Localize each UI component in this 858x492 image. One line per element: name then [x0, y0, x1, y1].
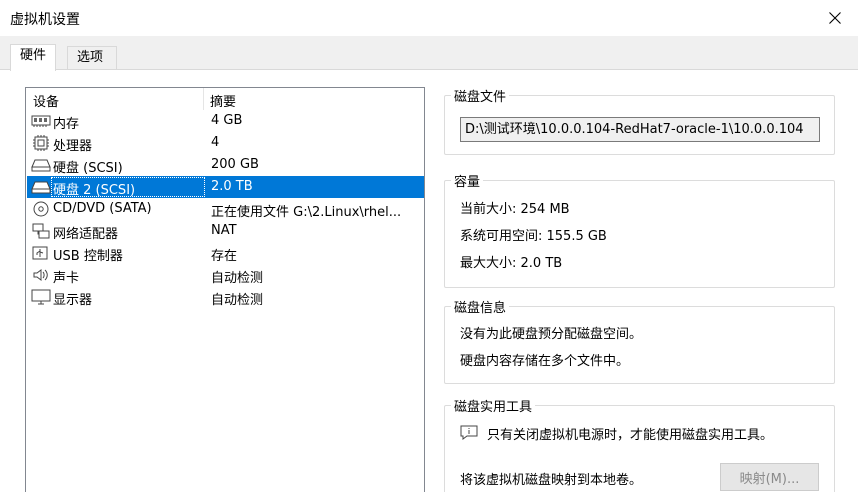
current-size-text: 当前大小: 254 MB [460, 202, 570, 217]
device-summary: 正在使用文件 G:\2.Linux\rhel... [211, 205, 402, 220]
device-name: USB 控制器 [53, 249, 123, 264]
capacity-title: 容量 [451, 171, 484, 190]
device-row-processor[interactable]: 处理器 4 [27, 132, 424, 154]
device-row-memory[interactable]: 内存 4 GB [27, 110, 424, 132]
device-name: 硬盘 (SCSI) [53, 161, 123, 176]
disk-file-title: 磁盘文件 [451, 86, 510, 105]
speaker-icon [33, 269, 48, 281]
cd-dvd-icon [33, 201, 49, 217]
window-title: 虚拟机设置 [10, 12, 80, 28]
disk-tools-group: 磁盘实用工具 只有关闭虚拟机电源时，才能使用磁盘实用工具。 将该虚拟机磁盘映射到… [444, 396, 835, 492]
map-button[interactable]: 映射(M)... [720, 463, 819, 491]
message-icon [460, 425, 478, 440]
disk-tools-notice: 只有关闭虚拟机电源时，才能使用磁盘实用工具。 [487, 428, 774, 443]
disk-tools-title: 磁盘实用工具 [451, 396, 536, 415]
device-summary: 200 GB [211, 157, 259, 172]
memory-icon [31, 115, 51, 127]
device-name: 处理器 [53, 139, 93, 154]
processor-icon [33, 135, 49, 151]
capacity-group: 容量 当前大小: 254 MB 系统可用空间: 155.5 GB 最大大小: 2… [444, 171, 835, 288]
device-row-hard-disk-2[interactable]: 硬盘 2 (SCSI) 2.0 TB [27, 176, 424, 198]
device-row-sound-card[interactable]: 声卡 自动检测 [27, 264, 424, 286]
column-header-device[interactable]: 设备 [33, 91, 59, 110]
column-divider[interactable] [203, 88, 204, 110]
column-header-summary[interactable]: 摘要 [210, 91, 236, 110]
device-row-usb-controller[interactable]: USB 控制器 存在 [27, 242, 424, 264]
device-summary: 自动检测 [211, 293, 264, 308]
tab-strip: 硬件 选项 [0, 36, 858, 71]
map-description: 将该虚拟机磁盘映射到本地卷。 [460, 473, 643, 488]
device-summary: 4 GB [211, 113, 243, 128]
device-list-header: 设备 摘要 [26, 88, 424, 110]
close-button[interactable] [812, 0, 858, 36]
device-summary: NAT [211, 223, 237, 238]
title-bar: 虚拟机设置 [0, 0, 858, 36]
disk-info-group: 磁盘信息 没有为此硬盘预分配磁盘空间。 硬盘内容存储在多个文件中。 [444, 297, 835, 384]
device-summary: 2.0 TB [211, 179, 253, 194]
close-icon [829, 12, 841, 24]
device-summary: 自动检测 [211, 271, 264, 286]
device-row-network-adapter[interactable]: 网络适配器 NAT [27, 220, 424, 242]
max-size-text: 最大大小: 2.0 TB [460, 256, 563, 271]
disk-file-group: 磁盘文件 D:\测试环境\10.0.0.104-RedHat7-oracle-1… [444, 86, 835, 155]
disk-info-line-1: 没有为此硬盘预分配磁盘空间。 [460, 327, 643, 342]
monitor-icon [31, 289, 51, 305]
disk-info-title: 磁盘信息 [451, 297, 510, 316]
device-summary: 4 [211, 135, 220, 150]
hard-disk-icon [31, 159, 51, 172]
disk-file-path-field[interactable]: D:\测试环境\10.0.0.104-RedHat7-oracle-1\10.0… [460, 117, 820, 142]
available-space-text: 系统可用空间: 155.5 GB [460, 229, 607, 244]
device-name: 内存 [53, 117, 80, 132]
device-row-hard-disk[interactable]: 硬盘 (SCSI) 200 GB [27, 154, 424, 176]
device-summary: 存在 [211, 249, 238, 264]
tab-hardware[interactable]: 硬件 [10, 44, 57, 71]
device-row-cd-dvd[interactable]: CD/DVD (SATA) 正在使用文件 G:\2.Linux\rhel... [27, 198, 424, 220]
device-name: 硬盘 2 (SCSI) [53, 183, 136, 198]
tab-options[interactable]: 选项 [67, 46, 117, 70]
network-icon [32, 223, 50, 239]
usb-icon [32, 246, 48, 260]
device-name: 网络适配器 [53, 227, 119, 242]
device-name: 显示器 [53, 293, 93, 308]
hard-disk-icon [31, 181, 51, 194]
tab-content: 设备 摘要 内存 4 GB 处理器 4 硬盘 (SCSI) 200 GB 硬盘 … [0, 69, 858, 492]
device-name: CD/DVD (SATA) [53, 201, 152, 216]
device-list[interactable]: 设备 摘要 内存 4 GB 处理器 4 硬盘 (SCSI) 200 GB 硬盘 … [25, 87, 425, 492]
device-name: 声卡 [53, 271, 80, 286]
disk-info-line-2: 硬盘内容存储在多个文件中。 [460, 354, 630, 369]
device-row-display[interactable]: 显示器 自动检测 [27, 286, 424, 308]
